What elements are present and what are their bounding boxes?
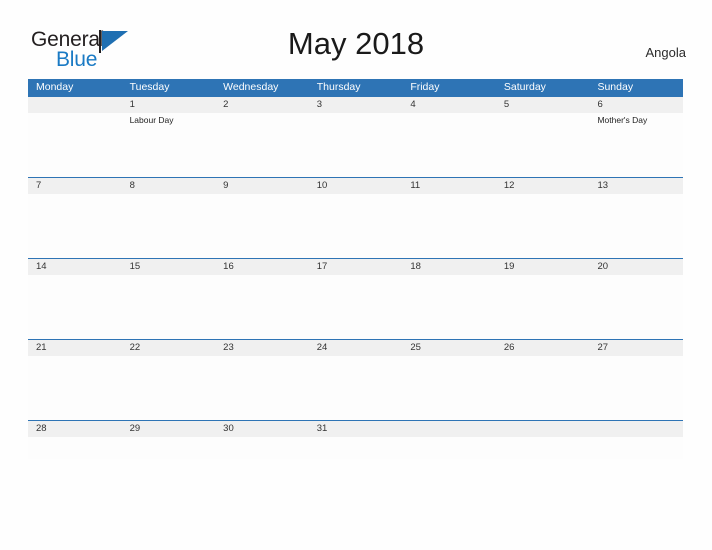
- calendar-week-row: 28 29 30 31: [28, 420, 683, 459]
- weekday-header-row: Monday Tuesday Wednesday Thursday Friday…: [28, 79, 683, 96]
- day-event: [496, 113, 590, 177]
- day-number[interactable]: 26: [496, 340, 590, 356]
- day-number[interactable]: 8: [122, 178, 216, 194]
- country-label: Angola: [645, 45, 686, 60]
- day-event: [122, 356, 216, 420]
- day-number[interactable]: 6: [589, 97, 683, 113]
- day-number[interactable]: 5: [496, 97, 590, 113]
- day-number[interactable]: 31: [309, 421, 403, 437]
- day-number[interactable]: 25: [402, 340, 496, 356]
- week-event-band: Labour Day Mother's Day: [28, 113, 683, 177]
- day-event: [309, 194, 403, 258]
- day-number[interactable]: 10: [309, 178, 403, 194]
- week-date-band: 7 8 9 10 11 12 13: [28, 178, 683, 194]
- day-event: [215, 194, 309, 258]
- day-event: [402, 356, 496, 420]
- week-date-band: 1 2 3 4 5 6: [28, 97, 683, 113]
- calendar-week-row: 21 22 23 24 25 26 27: [28, 339, 683, 420]
- day-event: [402, 275, 496, 339]
- day-event: [309, 437, 403, 459]
- weekday-header-monday: Monday: [36, 81, 74, 93]
- day-number[interactable]: 24: [309, 340, 403, 356]
- week-date-band: 28 29 30 31: [28, 421, 683, 437]
- day-number[interactable]: 15: [122, 259, 216, 275]
- day-event: [402, 437, 496, 459]
- day-number[interactable]: 9: [215, 178, 309, 194]
- week-event-band: [28, 194, 683, 258]
- day-event: [28, 275, 122, 339]
- calendar-week-row: 7 8 9 10 11 12 13: [28, 177, 683, 258]
- day-event: [28, 194, 122, 258]
- calendar-grid: Monday Tuesday Wednesday Thursday Friday…: [28, 79, 683, 459]
- page-title: May 2018: [287, 26, 425, 61]
- day-event: [215, 437, 309, 459]
- day-event: Labour Day: [129, 115, 174, 125]
- day-number[interactable]: 19: [496, 259, 590, 275]
- day-number[interactable]: 12: [496, 178, 590, 194]
- day-event: [28, 113, 122, 177]
- day-number[interactable]: 16: [215, 259, 309, 275]
- page-header: General Blue May 2018 Angola: [0, 0, 712, 79]
- day-event: [309, 275, 403, 339]
- day-event: Mother's Day: [597, 115, 648, 125]
- day-event: [28, 356, 122, 420]
- day-number[interactable]: 18: [402, 259, 496, 275]
- day-event: [28, 437, 122, 459]
- day-event: [402, 113, 496, 177]
- day-number[interactable]: 23: [215, 340, 309, 356]
- day-event: [402, 194, 496, 258]
- week-event-band: [28, 356, 683, 420]
- day-number[interactable]: 13: [589, 178, 683, 194]
- weekday-header-sunday: Sunday: [597, 81, 634, 93]
- day-number[interactable]: 29: [122, 421, 216, 437]
- day-event: [496, 437, 590, 459]
- day-number[interactable]: 17: [309, 259, 403, 275]
- day-event: [589, 194, 683, 258]
- week-date-band: 14 15 16 17 18 19 20: [28, 259, 683, 275]
- weekday-header-wednesday: Wednesday: [223, 81, 279, 93]
- day-number[interactable]: 28: [28, 421, 122, 437]
- day-number[interactable]: 27: [589, 340, 683, 356]
- day-number[interactable]: 20: [589, 259, 683, 275]
- day-number[interactable]: [496, 421, 590, 437]
- calendar-week-row: 1 2 3 4 5 6 Labour Day Mother's Day: [28, 96, 683, 177]
- weekday-header-friday: Friday: [410, 81, 440, 93]
- day-number[interactable]: 14: [28, 259, 122, 275]
- day-number[interactable]: 21: [28, 340, 122, 356]
- day-event: [215, 113, 309, 177]
- day-event: [496, 275, 590, 339]
- day-event: [589, 275, 683, 339]
- day-event: [309, 356, 403, 420]
- day-event: [122, 194, 216, 258]
- weekday-header-thursday: Thursday: [316, 81, 361, 93]
- day-event: [496, 356, 590, 420]
- day-number[interactable]: 11: [402, 178, 496, 194]
- day-number[interactable]: 7: [28, 178, 122, 194]
- day-number[interactable]: 1: [122, 97, 216, 113]
- calendar-page: General Blue May 2018 Angola Monday Tues…: [0, 0, 712, 550]
- day-number[interactable]: [589, 421, 683, 437]
- calendar-week-row: 14 15 16 17 18 19 20: [28, 258, 683, 339]
- day-event: [496, 194, 590, 258]
- day-event: [122, 437, 216, 459]
- weekday-header-saturday: Saturday: [503, 81, 546, 93]
- day-number[interactable]: 4: [402, 97, 496, 113]
- day-event: [589, 437, 683, 459]
- day-event: [122, 275, 216, 339]
- day-number[interactable]: 22: [122, 340, 216, 356]
- day-event: [215, 356, 309, 420]
- day-event: [589, 356, 683, 420]
- day-number[interactable]: 3: [309, 97, 403, 113]
- day-event: [309, 113, 403, 177]
- day-number[interactable]: 2: [215, 97, 309, 113]
- week-date-band: 21 22 23 24 25 26 27: [28, 340, 683, 356]
- day-number[interactable]: 30: [215, 421, 309, 437]
- week-event-band: [28, 437, 683, 459]
- day-number[interactable]: [28, 97, 122, 113]
- week-event-band: [28, 275, 683, 339]
- day-event: [215, 275, 309, 339]
- weekday-header-tuesday: Tuesday: [129, 81, 170, 93]
- day-number[interactable]: [402, 421, 496, 437]
